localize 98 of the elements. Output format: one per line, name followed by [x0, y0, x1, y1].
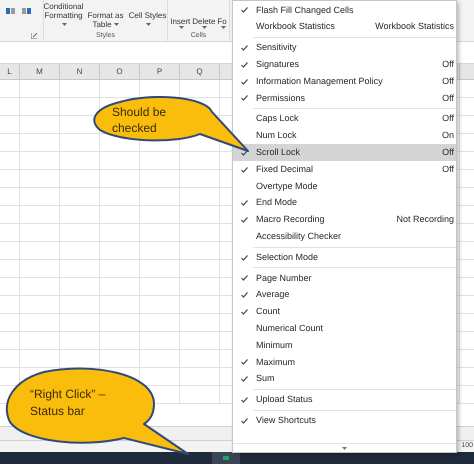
column-header[interactable]: N [60, 64, 100, 79]
column-header[interactable]: M [20, 64, 60, 79]
menu-item[interactable]: Fixed Decimal Off [233, 161, 456, 178]
increase-decimal-icon[interactable] [22, 6, 32, 16]
check-icon [241, 62, 248, 68]
menu-item[interactable]: Upload Status [233, 392, 456, 408]
callout-text: “Right Click” – Status bar [30, 386, 106, 420]
check-icon [241, 200, 248, 206]
menu-item-label: Count [256, 305, 282, 318]
menu-item-label: Selection Mode [256, 250, 320, 264]
callout-text: Should be checked [112, 104, 168, 136]
menu-item[interactable]: Sensitivity [233, 40, 456, 56]
check-icon [241, 216, 248, 223]
menu-item-label: Sensitivity [256, 41, 298, 54]
check-icon [241, 275, 248, 282]
menu-item-label: Average [256, 288, 290, 302]
menu-item-label: Fixed Decimal [256, 162, 314, 176]
decrease-decimal-icon[interactable] [6, 6, 16, 16]
menu-item[interactable]: Macro Recording Not Recording [233, 212, 456, 228]
menu-item-label: Sum [256, 372, 276, 386]
check-icon [241, 95, 248, 102]
menu-item-label: Overtype Mode [256, 180, 319, 193]
menu-item-label: Caps Lock [256, 112, 300, 126]
caret-icon [220, 26, 226, 29]
menu-item-value: Not Recording [396, 213, 454, 226]
column-header[interactable]: L [0, 64, 20, 79]
menu-item[interactable]: Num Lock On [233, 128, 456, 144]
caret-icon [62, 23, 67, 26]
ribbon-button[interactable]: Delete [192, 17, 216, 29]
menu-item[interactable]: Numerical Count [233, 320, 456, 338]
menu-item[interactable]: Minimum [233, 337, 456, 354]
column-header[interactable]: P [140, 64, 180, 79]
menu-item[interactable]: Workbook Statistics Workbook Statistics [233, 18, 456, 36]
menu-item-label: Maximum [256, 356, 296, 369]
menu-item[interactable]: Flash Fill Changed Cells [233, 2, 456, 19]
menu-item[interactable]: End Mode [233, 194, 456, 212]
ribbon-button[interactable]: Fo [217, 17, 227, 29]
menu-item[interactable]: Page Number [233, 270, 456, 287]
menu-item-value: Off [442, 162, 454, 176]
menu-item-label: Accessibility Checker [256, 230, 342, 243]
menu-item-label: Num Lock [256, 129, 298, 142]
menu-item-label: Permissions [256, 92, 306, 105]
check-icon [241, 359, 248, 366]
menu-item-label: Upload Status [256, 393, 314, 406]
caret-icon [114, 23, 119, 26]
menu-item-label: End Mode [256, 196, 298, 210]
menu-item-label: Numerical Count [256, 322, 324, 335]
caret-icon [202, 26, 208, 29]
ribbon-button[interactable]: Cell Styles [128, 11, 168, 29]
menu-item-value: Workbook Statistics [375, 20, 454, 34]
check-icon [241, 44, 248, 51]
menu-item[interactable]: Average [233, 286, 456, 304]
column-header[interactable]: O [100, 64, 140, 79]
scroll-down-icon[interactable] [342, 446, 347, 450]
menu-item[interactable]: Sum [233, 370, 456, 388]
menu-item[interactable]: Count [233, 304, 456, 320]
menu-item-value: Off [442, 58, 454, 72]
menu-item-label: Information Management Policy [256, 74, 384, 88]
menu-item-value: Off [442, 112, 454, 126]
menu-item[interactable]: Selection Mode [233, 249, 456, 266]
check-icon [241, 254, 248, 261]
menu-item-label: Signatures [256, 58, 300, 72]
caret-icon [178, 26, 184, 29]
excel-taskbar-icon[interactable] [212, 452, 240, 464]
check-icon [241, 376, 248, 382]
menu-item[interactable]: Caps Lock Off [233, 110, 456, 128]
menu-item[interactable]: Permissions Off [233, 90, 456, 107]
check-icon [241, 292, 248, 298]
menu-item[interactable]: Accessibility Checker [233, 228, 456, 246]
menu-item-label: Workbook Statistics [256, 20, 336, 34]
menu-item[interactable]: Scroll Lock Off [233, 144, 456, 162]
ribbon-button[interactable]: Format as Table [86, 11, 126, 29]
check-icon [241, 166, 248, 173]
check-icon [241, 78, 248, 85]
menu-item-label: Page Number [256, 272, 313, 285]
check-icon [241, 7, 248, 14]
check-icon [241, 308, 248, 315]
check-icon [241, 396, 248, 403]
menu-item-label: Flash Fill Changed Cells [256, 4, 355, 17]
menu-item-label: Minimum [256, 338, 294, 352]
ribbon-button[interactable]: Insert [170, 17, 190, 29]
menu-item-label: View Shortcuts [256, 414, 317, 427]
dialog-launcher-icon[interactable] [31, 33, 37, 39]
menu-item[interactable]: View Shortcuts [233, 412, 456, 430]
menu-item-value: Off [442, 92, 454, 105]
menu-item-label: Scroll Lock [256, 146, 302, 160]
menu-item-value: Off [442, 74, 454, 88]
menu-item[interactable]: Overtype Mode [233, 178, 456, 195]
menu-item[interactable]: Signatures Off [233, 56, 456, 74]
caret-icon [146, 23, 151, 26]
ribbon-button[interactable]: Conditional Formatting [44, 2, 84, 29]
column-header[interactable]: Q [180, 64, 220, 79]
menu-item-value: On [442, 129, 454, 142]
menu-item-label: Macro Recording [256, 213, 326, 226]
menu-item[interactable]: Information Management Policy Off [233, 73, 456, 90]
menu-item[interactable]: Maximum [233, 354, 456, 371]
check-icon [241, 418, 248, 424]
menu-item-value: Off [442, 146, 454, 160]
